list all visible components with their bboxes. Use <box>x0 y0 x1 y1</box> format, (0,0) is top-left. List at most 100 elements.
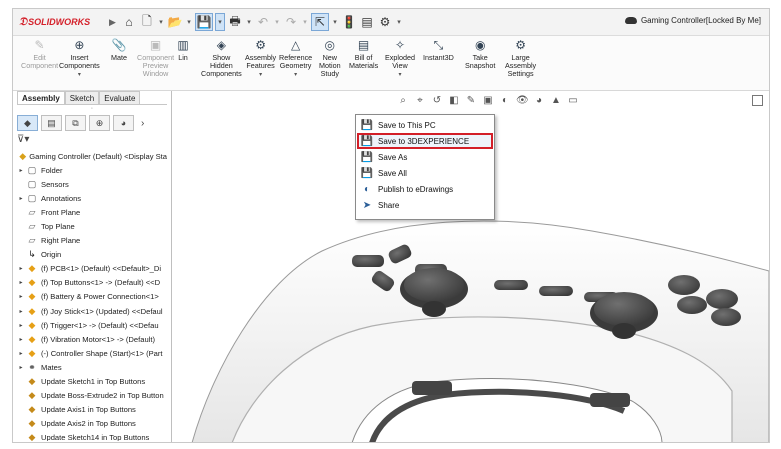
ribbon-button-13[interactable]: ⚙ Large Assembly Settings <box>505 38 536 78</box>
tab-sketch[interactable]: Sketch <box>64 91 100 105</box>
expand-arrow-icon[interactable]: ▸ <box>17 293 25 300</box>
tab-assembly[interactable]: Assembly <box>17 91 65 105</box>
chevron-down-icon[interactable]: ▾ <box>259 71 262 79</box>
tree-item[interactable]: ▸ ◆ (f) Joy Stick<1> (Updated) <<Defaul <box>15 304 167 318</box>
redo-icon[interactable]: ↷ <box>283 14 299 30</box>
expand-arrow-icon[interactable]: ▸ <box>17 336 25 343</box>
undo-icon[interactable]: ↶ <box>255 14 271 30</box>
save-menu-item[interactable]: ➤ Share <box>358 198 492 212</box>
chevron-down-icon[interactable]: ▾ <box>78 71 81 79</box>
expand-arrow-icon[interactable]: ▸ <box>17 279 25 286</box>
tree-item[interactable]: ▸ ◆ (f) Trigger<1> -> (Default) <<Defau <box>15 318 167 332</box>
tree-item[interactable]: ↳ Origin <box>15 248 167 262</box>
save-menu-item[interactable]: 💾 Save to 3DEXPERIENCE <box>357 133 493 149</box>
tree-item[interactable]: ▱ Front Plane <box>15 205 167 219</box>
save-dropdown-icon[interactable]: ▾ <box>215 13 225 31</box>
save-menu-item[interactable]: 💾 Save As <box>358 150 492 164</box>
tree-item[interactable]: ▸ ▢ Annotations <box>15 191 167 205</box>
tree-item[interactable]: ▱ Top Plane <box>15 219 167 233</box>
select-dropdown-icon[interactable]: ▾ <box>331 14 339 30</box>
ribbon-button-6[interactable]: ⚙ Assembly Features ▾ <box>245 38 276 79</box>
ribbon-button-5[interactable]: ◈ Show Hidden Components <box>201 38 242 78</box>
new-dropdown-icon[interactable]: ▾ <box>157 14 165 30</box>
save-menu-item-label: Save All <box>378 168 407 178</box>
tree-item[interactable]: ▸ ⚭ Mates <box>15 360 167 374</box>
tree-item[interactable]: ◆ Update Sketch14 in Top Buttons <box>15 431 167 441</box>
tree-item[interactable]: ▸ ◆ (f) Battery & Power Connection<1> <box>15 290 167 304</box>
dimxpert-icon[interactable]: ⊕ <box>89 115 110 131</box>
tree-item[interactable]: ◆ Update Boss-Extrude2 in Top Button <box>15 389 167 403</box>
solidworks-logo: 𝔇 SOLIDWORKS <box>19 15 90 29</box>
expand-arrow-icon[interactable]: ▸ <box>17 308 25 315</box>
tree-item[interactable]: ▱ Right Plane <box>15 234 167 248</box>
open-icon[interactable]: 📂 <box>167 14 183 30</box>
tree-item[interactable]: ▸ ◆ (f) Top Buttons<1> -> (Default) <<D <box>15 276 167 290</box>
graphics-area[interactable]: ⌕ ⌖ ↺ ◧ ✎ ▣ ◐ 👁 ◕ ▲ ▭ 💾 Save to This PC … <box>172 91 769 442</box>
undo-dropdown-icon[interactable]: ▾ <box>273 14 281 30</box>
ribbon-button-4[interactable]: ▥ Lin <box>175 38 191 62</box>
chevron-down-icon[interactable]: ▾ <box>398 71 401 79</box>
save-menu-item[interactable]: 💾 Save to This PC <box>358 118 492 132</box>
tree-item-label: Sensors <box>41 179 69 189</box>
ribbon-button-1[interactable]: ⊕ Insert Components ▾ <box>59 38 100 79</box>
right-joystick-cap <box>594 292 654 326</box>
ribbon-button-10[interactable]: ✧ Exploded View ▾ <box>385 38 415 79</box>
tree-item-label: (f) Joy Stick<1> (Updated) <<Defaul <box>41 306 163 316</box>
expand-arrow-icon[interactable]: ▸ <box>17 167 25 174</box>
chevron-down-icon[interactable]: ▾ <box>294 71 297 79</box>
print-icon[interactable]: 🖶 <box>227 14 243 30</box>
expand-arrow-icon[interactable]: ▸ <box>17 322 25 329</box>
tree-item[interactable]: ▸ ◆ (-) Controller Shape (Start)<1> (Part <box>15 346 167 360</box>
ribbon-button-icon: ⤡ <box>433 38 444 52</box>
expand-arrow-icon[interactable]: ▸ <box>17 364 25 371</box>
select-icon[interactable]: ⇱ <box>311 13 329 31</box>
options-dropdown-icon[interactable]: ▾ <box>395 14 403 30</box>
print-dropdown-icon[interactable]: ▾ <box>245 14 253 30</box>
ribbon-button-11[interactable]: ⤡ Instant3D <box>423 38 454 62</box>
ribbon-button-7[interactable]: △ Reference Geometry ▾ <box>279 38 312 79</box>
tree-item[interactable]: ▸ ◆ (f) PCB<1> (Default) <<Default>_Di <box>15 262 167 276</box>
ribbon-button-0[interactable]: ✎ Edit Component <box>21 38 58 70</box>
file-properties-icon[interactable]: ▤ <box>359 14 375 30</box>
feature-manager-icon[interactable]: ◆ <box>17 115 38 131</box>
origin-icon: ↳ <box>28 249 36 260</box>
options-icon[interactable]: ⚙ <box>377 14 393 30</box>
mates-icon: ⚭ <box>28 361 36 372</box>
chevron-right-icon[interactable]: › <box>141 118 144 129</box>
tree-item[interactable]: ▸ ◆ (f) Vibration Motor<1> -> (Default) <box>15 332 167 346</box>
property-manager-icon[interactable]: ▤ <box>41 115 62 131</box>
expand-arrow-icon[interactable]: ▸ <box>17 350 25 357</box>
tree-item[interactable]: ◆ Update Axis1 in Top Buttons <box>15 403 167 417</box>
folder-icon: ▢ <box>27 164 37 175</box>
display-manager-icon[interactable]: ◕ <box>113 115 134 131</box>
tree-item[interactable]: ◆ Update Sketch1 in Top Buttons <box>15 375 167 389</box>
sketch-icon: ◆ <box>28 376 36 387</box>
home-icon[interactable]: ⌂ <box>121 14 137 30</box>
new-file-icon[interactable]: 🗋 <box>139 14 155 30</box>
save-icon[interactable]: 💾 <box>195 13 213 31</box>
expand-arrow-icon[interactable]: ▸ <box>17 195 25 202</box>
redo-dropdown-icon[interactable]: ▾ <box>301 14 309 30</box>
menu-expand-icon[interactable]: ▶ <box>109 17 116 28</box>
expand-arrow-icon[interactable]: ▸ <box>17 265 25 272</box>
tab-evaluate[interactable]: Evaluate <box>99 91 141 105</box>
ribbon-button-9[interactable]: ▤ Bill of Materials <box>349 38 378 70</box>
ribbon-button-3[interactable]: ▣ Component Preview Window <box>137 38 174 78</box>
tree-item[interactable]: ▢ Sensors <box>15 177 167 191</box>
rebuild-icon[interactable]: 🚦 <box>341 14 357 30</box>
tree-item[interactable]: ◆ Update Axis2 in Top Buttons <box>15 417 167 431</box>
save-menu-item[interactable]: 💾 Save All <box>358 166 492 180</box>
tree-item[interactable]: ▸ ▢ Folder <box>15 163 167 177</box>
ribbon-button-label: Large Assembly Settings <box>505 53 537 78</box>
save-menu-item[interactable]: ◐ Publish to eDrawings <box>358 182 492 196</box>
ribbon-button-8[interactable]: ◎ New Motion Study <box>319 38 341 78</box>
configuration-manager-icon[interactable]: ⧉ <box>65 115 86 131</box>
ribbon-button-label: Mate <box>111 53 127 62</box>
tree-item[interactable]: ◆ Gaming Controller (Default) <Display St… <box>15 149 167 163</box>
ribbon-button-12[interactable]: ◉ Take Snapshot <box>465 38 495 70</box>
filter-icon[interactable]: ⊽▾ <box>17 134 29 145</box>
open-dropdown-icon[interactable]: ▾ <box>185 14 193 30</box>
ribbon-button-2[interactable]: 📎 Mate <box>111 38 127 62</box>
panel-splitter[interactable]: ◦ <box>17 104 167 114</box>
save-menu-item-icon: ◐ <box>363 183 371 195</box>
